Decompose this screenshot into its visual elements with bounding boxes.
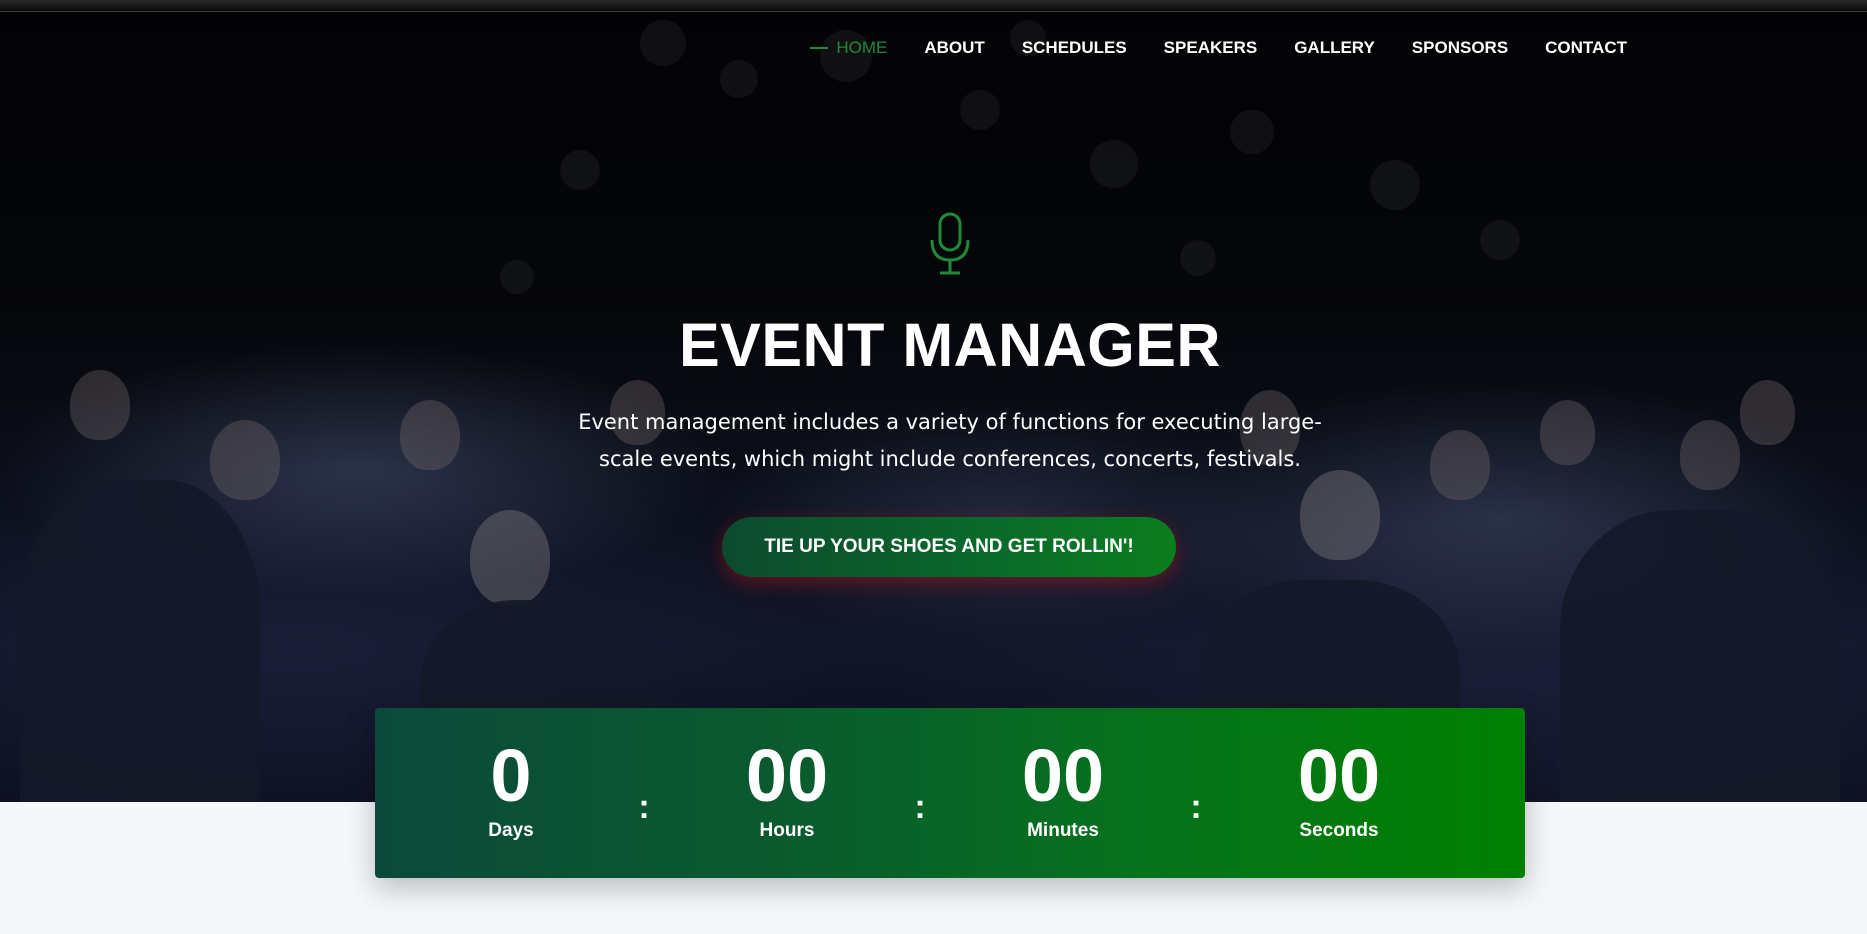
bokeh-light xyxy=(1370,160,1420,210)
bokeh-light xyxy=(1230,110,1274,154)
countdown-hours-value: 00 xyxy=(745,734,829,817)
countdown-minutes: 00 Minutes xyxy=(973,734,1153,842)
cta-button[interactable]: TIE UP YOUR SHOES AND GET ROLLIN'! xyxy=(722,517,1176,577)
bokeh-light xyxy=(960,90,1000,130)
nav-item-gallery[interactable]: GALLERY xyxy=(1294,38,1375,58)
bokeh-light xyxy=(1480,220,1520,260)
nav-item-home[interactable]: HOME xyxy=(810,38,887,58)
active-indicator xyxy=(810,47,829,49)
countdown-days-label: Days xyxy=(488,820,534,841)
countdown-minutes-label: Minutes xyxy=(1027,820,1099,841)
nav-item-contact[interactable]: CONTACT xyxy=(1545,38,1627,58)
countdown-seconds-label: Seconds xyxy=(1299,820,1379,841)
nav-item-speakers[interactable]: SPEAKERS xyxy=(1164,38,1258,58)
countdown-days: 0 Days xyxy=(421,734,601,842)
hero-title: EVENT MANAGER xyxy=(679,311,1221,379)
bokeh-light xyxy=(640,20,686,66)
nav-item-sponsors[interactable]: SPONSORS xyxy=(1412,38,1508,58)
microphone-icon xyxy=(930,212,970,275)
nav-item-label: HOME xyxy=(836,38,888,57)
countdown-seconds-value: 00 xyxy=(1297,734,1381,817)
bokeh-light xyxy=(1180,240,1216,276)
top-edge-bar xyxy=(0,0,1867,12)
countdown-seconds: 00 Seconds xyxy=(1249,734,1429,842)
bokeh-light xyxy=(560,150,600,190)
countdown-separator: : xyxy=(1190,788,1202,826)
nav-item-schedules[interactable]: SCHEDULES xyxy=(1022,38,1127,58)
countdown-days-value: 0 xyxy=(490,734,532,817)
countdown-timer: 0 Days : 00 Hours : 00 Minutes : 00 Seco… xyxy=(375,708,1525,878)
countdown-minutes-value: 00 xyxy=(1021,734,1105,817)
bokeh-light xyxy=(1090,140,1138,188)
bokeh-light xyxy=(500,260,534,294)
countdown-separator: : xyxy=(914,788,926,826)
main-navigation: HOME ABOUT SCHEDULES SPEAKERS GALLERY SP… xyxy=(773,38,1627,58)
hero-section: HOME ABOUT SCHEDULES SPEAKERS GALLERY SP… xyxy=(0,0,1867,802)
nav-item-about[interactable]: ABOUT xyxy=(924,38,984,58)
bokeh-light xyxy=(720,60,758,98)
countdown-separator: : xyxy=(638,788,650,826)
countdown-hours-label: Hours xyxy=(759,820,815,841)
hero-description: Event management includes a variety of f… xyxy=(578,410,1322,471)
countdown-hours: 00 Hours xyxy=(697,734,877,842)
